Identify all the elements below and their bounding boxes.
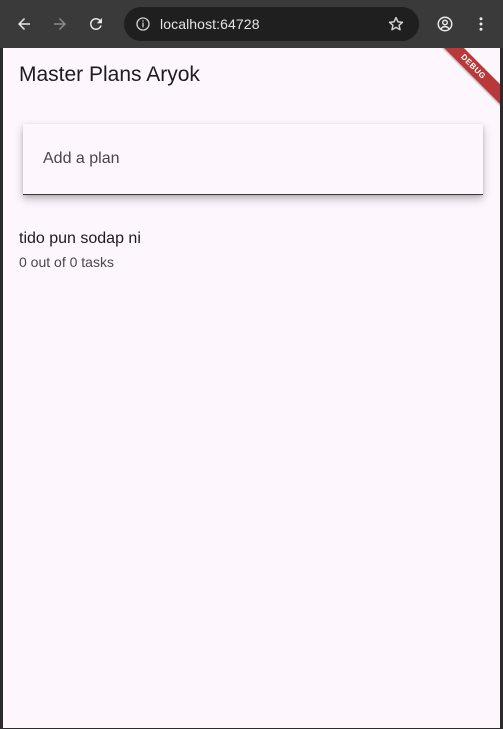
plan-progress: 0 out of 0 tasks [19,254,114,270]
info-icon[interactable] [134,15,152,33]
back-button[interactable] [10,10,38,38]
reload-button[interactable] [82,10,110,38]
address-bar[interactable]: localhost:64728 [124,7,419,41]
page-title: Master Plans Aryok [19,63,200,86]
reload-icon [89,17,102,30]
list-item[interactable]: tido pun sodap ni 0 out of 0 tasks [19,230,479,270]
profile-button[interactable] [431,10,459,38]
arrow-right-icon [54,18,66,30]
forward-button[interactable] [46,10,74,38]
more-vert-icon [479,17,483,31]
menu-button[interactable] [467,10,495,38]
arrow-left-icon [18,18,30,30]
account-icon [437,16,453,32]
plan-name: tido pun sodap ni [19,230,141,247]
add-plan-input[interactable] [43,150,463,168]
debug-banner: DEBUG [429,48,500,111]
browser-toolbar: localhost:64728 [0,0,503,48]
star-icon[interactable] [387,15,405,33]
url-text: localhost:64728 [160,16,260,32]
add-plan-field-card [23,124,483,195]
app-viewport: Master Plans Aryok DEBUG tido pun sodap … [3,48,500,728]
